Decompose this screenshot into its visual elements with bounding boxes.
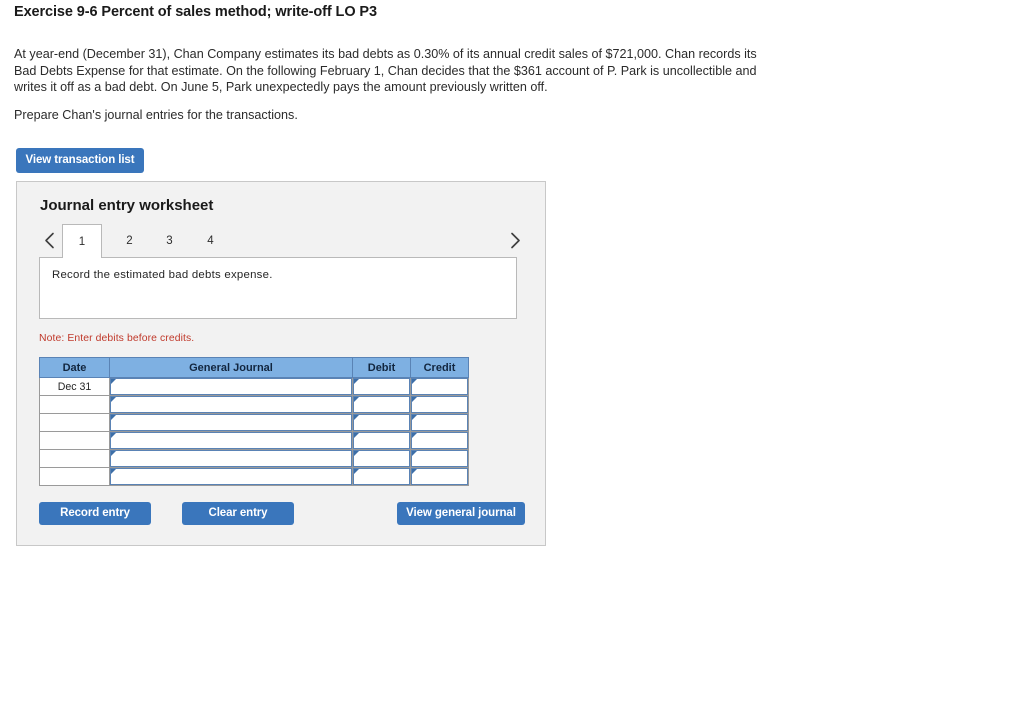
credit-input[interactable]: [410, 431, 469, 450]
credit-field[interactable]: [411, 414, 468, 431]
debit-input[interactable]: [352, 395, 411, 414]
clear-entry-button[interactable]: Clear entry: [182, 502, 294, 525]
worksheet-tab-strip: 1 2 3 4: [39, 224, 525, 258]
debit-field[interactable]: [353, 414, 410, 431]
date-cell[interactable]: Dec 31: [39, 377, 110, 396]
general-journal-field[interactable]: [110, 396, 352, 413]
debit-input[interactable]: [352, 467, 411, 486]
credit-field[interactable]: [411, 432, 468, 449]
credit-field[interactable]: [411, 450, 468, 467]
chevron-left-icon[interactable]: [39, 224, 59, 257]
worksheet-tab-4[interactable]: 4: [200, 224, 221, 257]
table-row: [39, 431, 469, 450]
worksheet-tab-3-label: 3: [166, 234, 173, 247]
record-entry-button[interactable]: Record entry: [39, 502, 151, 525]
credit-input[interactable]: [410, 467, 469, 486]
view-general-journal-button[interactable]: View general journal: [397, 502, 525, 525]
table-row: [39, 395, 469, 414]
table-row: Dec 31: [39, 377, 469, 396]
table-row: [39, 413, 469, 432]
worksheet-title: Journal entry worksheet: [40, 197, 214, 214]
debits-before-credits-note: Note: Enter debits before credits.: [39, 333, 195, 344]
worksheet-tab-3[interactable]: 3: [159, 224, 180, 257]
instruction-text: Record the estimated bad debts expense.: [52, 269, 273, 281]
date-cell[interactable]: [39, 431, 110, 450]
debit-field[interactable]: [353, 396, 410, 413]
journal-entry-worksheet-panel: Journal entry worksheet 1 2 3 4 Record t…: [16, 181, 546, 546]
table-row: [39, 449, 469, 468]
date-cell[interactable]: [39, 449, 110, 468]
general-journal-field[interactable]: [110, 450, 352, 467]
chevron-right-icon[interactable]: [505, 224, 525, 257]
credit-input[interactable]: [410, 395, 469, 414]
general-journal-field[interactable]: [110, 432, 352, 449]
credit-field[interactable]: [411, 378, 468, 395]
journal-entry-table: Date General Journal Debit Credit Dec 31: [39, 357, 469, 486]
general-journal-input[interactable]: [109, 431, 353, 450]
worksheet-tab-2-label: 2: [126, 234, 133, 247]
debit-field[interactable]: [353, 432, 410, 449]
page-title: Exercise 9-6 Percent of sales method; wr…: [14, 4, 377, 20]
credit-field[interactable]: [411, 396, 468, 413]
table-header-row: Date General Journal Debit Credit: [39, 357, 469, 378]
worksheet-tab-1-label: 1: [78, 235, 86, 248]
date-cell[interactable]: [39, 413, 110, 432]
debit-input[interactable]: [352, 377, 411, 396]
debit-field[interactable]: [353, 378, 410, 395]
credit-field[interactable]: [411, 468, 468, 485]
general-journal-input[interactable]: [109, 413, 353, 432]
debit-input[interactable]: [352, 449, 411, 468]
exercise-description: At year-end (December 31), Chan Company …: [14, 47, 757, 95]
worksheet-tab-1[interactable]: 1: [62, 224, 102, 258]
general-journal-field[interactable]: [110, 414, 352, 431]
general-journal-input[interactable]: [109, 377, 353, 396]
worksheet-tab-2[interactable]: 2: [119, 224, 140, 257]
column-header-debit: Debit: [352, 357, 411, 378]
date-cell[interactable]: [39, 467, 110, 486]
debit-input[interactable]: [352, 413, 411, 432]
column-header-date: Date: [39, 357, 110, 378]
column-header-credit: Credit: [410, 357, 469, 378]
worksheet-tab-4-label: 4: [207, 234, 214, 247]
credit-input[interactable]: [410, 377, 469, 396]
instruction-box: Record the estimated bad debts expense.: [39, 257, 517, 319]
general-journal-input[interactable]: [109, 395, 353, 414]
debit-field[interactable]: [353, 468, 410, 485]
debit-input[interactable]: [352, 431, 411, 450]
table-row: [39, 467, 469, 486]
credit-input[interactable]: [410, 413, 469, 432]
exercise-requirement: Prepare Chan's journal entries for the t…: [14, 108, 298, 122]
general-journal-field[interactable]: [110, 468, 352, 485]
general-journal-input[interactable]: [109, 449, 353, 468]
credit-input[interactable]: [410, 449, 469, 468]
date-cell[interactable]: [39, 395, 110, 414]
general-journal-input[interactable]: [109, 467, 353, 486]
view-transaction-list-button[interactable]: View transaction list: [16, 148, 144, 173]
general-journal-field[interactable]: [110, 378, 352, 395]
column-header-general-journal: General Journal: [109, 357, 353, 378]
debit-field[interactable]: [353, 450, 410, 467]
